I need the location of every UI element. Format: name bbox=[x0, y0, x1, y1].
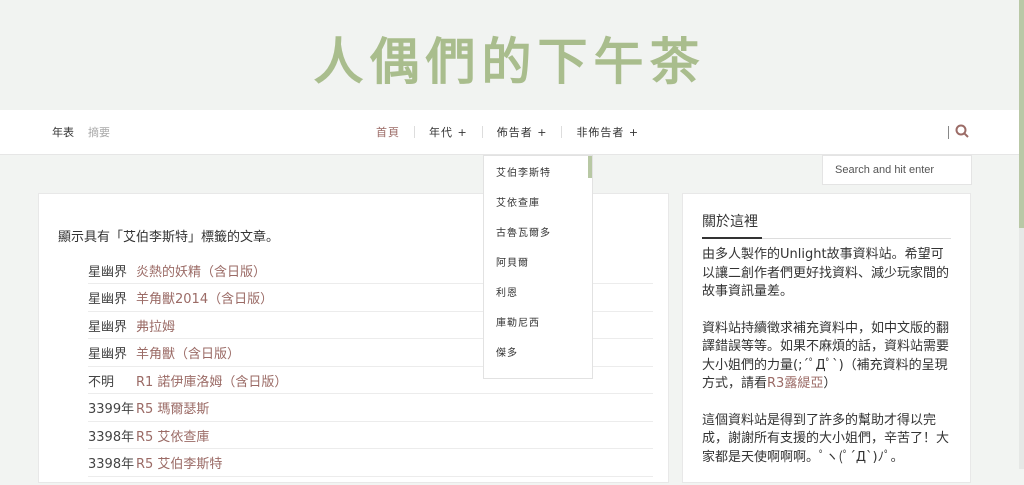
post-link[interactable]: 炎熱的妖精（含日版） bbox=[136, 261, 266, 280]
dropdown-scroll-accent bbox=[588, 156, 592, 178]
nav-non-announcer[interactable]: 非佈告者 + bbox=[562, 124, 653, 140]
nav-timeline[interactable]: 年表 bbox=[52, 124, 74, 140]
list-item: 3399年 R5 瑪爾瑟斯 bbox=[88, 395, 653, 422]
site-header: 人偶們的下午茶 bbox=[0, 0, 1019, 110]
about-text-segment: ） bbox=[823, 376, 837, 391]
dropdown-item[interactable]: 古魯瓦爾多 bbox=[484, 216, 592, 246]
list-item: 3398年 R5 艾伯李斯特 bbox=[88, 450, 653, 477]
dropdown-item[interactable]: 阿貝爾 bbox=[484, 246, 592, 276]
post-era: 星幽界 bbox=[88, 264, 128, 280]
about-text: 由多人製作的Unlight故事資料站。希望可以讓二創作者們更好找資料、減少玩家間… bbox=[702, 246, 952, 485]
dropdown-item[interactable]: 傑多 bbox=[484, 336, 592, 366]
r3-link[interactable]: R3露緹亞 bbox=[767, 376, 823, 391]
dropdown-item[interactable]: 艾依查庫 bbox=[484, 186, 592, 216]
post-era: 星幽界 bbox=[88, 347, 128, 362]
post-link[interactable]: R5 瑪爾瑟斯 bbox=[136, 398, 209, 417]
post-link[interactable]: R5 艾伯李斯特 bbox=[136, 453, 222, 472]
widget-title: 關於這裡 bbox=[702, 214, 758, 230]
navbar: 年表 摘要 首頁 年代 + 佈告者 + 非佈告者 + bbox=[0, 110, 1019, 155]
search-icon[interactable] bbox=[955, 123, 969, 142]
tag-intro: 顯示具有「艾伯李斯特」標籤的文章。 bbox=[58, 230, 280, 245]
post-link[interactable]: R5 艾依查庫 bbox=[136, 426, 209, 445]
site-title[interactable]: 人偶們的下午茶 bbox=[0, 22, 1019, 94]
post-era: 3398年 bbox=[88, 429, 135, 445]
post-era: 星幽界 bbox=[88, 292, 128, 307]
scrollbar-thumb[interactable] bbox=[1019, 0, 1024, 228]
post-era: 不明 bbox=[88, 374, 115, 390]
dropdown-item[interactable]: 艾伯李斯特 bbox=[484, 156, 592, 186]
about-widget: 關於這裡 由多人製作的Unlight故事資料站。希望可以讓二創作者們更好找資料、… bbox=[682, 193, 971, 483]
nav-home[interactable]: 首頁 bbox=[362, 124, 414, 140]
post-era: 3399年 bbox=[88, 402, 135, 417]
announcer-dropdown: 艾伯李斯特 艾依查庫 古魯瓦爾多 阿貝爾 利恩 庫勒尼西 傑多 bbox=[483, 155, 593, 379]
list-item: 3398年 R5 艾依查庫 bbox=[88, 422, 653, 449]
post-link[interactable]: R1 諾伊庫洛姆（含日版） bbox=[136, 371, 287, 390]
post-era: 3398年 bbox=[88, 457, 135, 472]
dropdown-item[interactable]: 利恩 bbox=[484, 276, 592, 306]
nav-left: 年表 摘要 bbox=[52, 110, 110, 154]
about-paragraph: 資料站持續徵求補充資料中，如中文版的翻譯錯誤等等。如果不麻煩的話，資料站需要大小… bbox=[702, 320, 952, 394]
post-link[interactable]: 羊角獸（含日版） bbox=[136, 343, 240, 362]
page-scrollbar[interactable] bbox=[1019, 0, 1024, 469]
nav-summary[interactable]: 摘要 bbox=[88, 124, 110, 140]
search-input[interactable]: Search and hit enter bbox=[822, 155, 972, 185]
post-link[interactable]: 羊角獸2014（含日版） bbox=[136, 288, 273, 307]
main-menu: 首頁 年代 + 佈告者 + 非佈告者 + bbox=[362, 110, 653, 154]
nav-announcer[interactable]: 佈告者 + bbox=[483, 124, 562, 140]
nav-era[interactable]: 年代 + bbox=[415, 124, 482, 140]
post-era: 星幽界 bbox=[88, 319, 128, 335]
dropdown-item[interactable]: 庫勒尼西 bbox=[484, 306, 592, 336]
about-paragraph: 由多人製作的Unlight故事資料站。希望可以讓二創作者們更好找資料、減少玩家間… bbox=[702, 247, 950, 299]
post-link[interactable]: 弗拉姆 bbox=[136, 316, 175, 335]
title-underline bbox=[702, 237, 762, 239]
nav-divider bbox=[948, 125, 949, 139]
nav-right bbox=[948, 110, 969, 154]
about-paragraph: 這個資料站是得到了許多的幫助才得以完成，謝謝所有支援的大小姐們，辛苦了！大家都是… bbox=[702, 412, 950, 465]
